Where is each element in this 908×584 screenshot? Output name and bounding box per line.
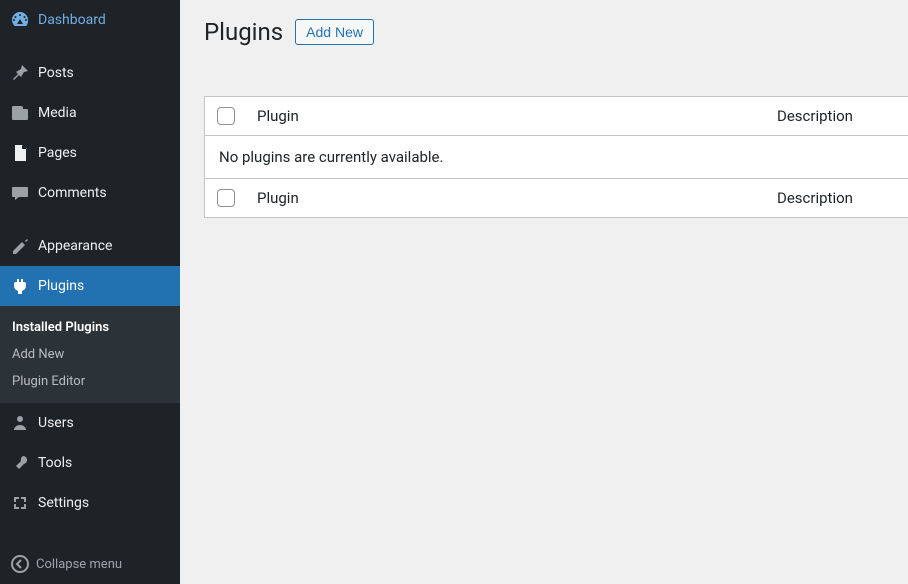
menu-separator bbox=[0, 40, 180, 53]
collapse-icon bbox=[10, 554, 30, 574]
plugins-table: Plugin Description No plugins are curren… bbox=[204, 96, 908, 218]
sidebar-item-label: Dashboard bbox=[38, 12, 106, 28]
sidebar-item-label: Tools bbox=[38, 455, 72, 471]
sidebar-item-media[interactable]: Media bbox=[0, 93, 180, 133]
submenu-item-add-new[interactable]: Add New bbox=[0, 341, 180, 368]
media-icon bbox=[10, 103, 30, 123]
pages-icon bbox=[10, 143, 30, 163]
collapse-menu-button[interactable]: Collapse menu bbox=[0, 544, 180, 584]
appearance-icon bbox=[10, 236, 30, 256]
column-footer-plugin[interactable]: Plugin bbox=[257, 189, 777, 207]
sidebar-item-label: Users bbox=[38, 415, 74, 431]
sidebar-item-settings[interactable]: Settings bbox=[0, 483, 180, 523]
column-footer-description[interactable]: Description bbox=[777, 189, 853, 207]
sidebar-item-label: Appearance bbox=[38, 238, 112, 254]
sidebar-item-users[interactable]: Users bbox=[0, 403, 180, 443]
settings-icon bbox=[10, 493, 30, 513]
page-title: Plugins bbox=[204, 18, 283, 46]
comments-icon bbox=[10, 183, 30, 203]
sidebar-item-label: Settings bbox=[38, 495, 89, 511]
plugins-icon bbox=[10, 276, 30, 296]
main-content: Plugins Add New Plugin Description No pl… bbox=[180, 0, 908, 584]
sidebar-item-comments[interactable]: Comments bbox=[0, 173, 180, 213]
users-icon bbox=[10, 413, 30, 433]
menu-separator bbox=[0, 213, 180, 226]
pin-icon bbox=[10, 63, 30, 83]
page-header: Plugins Add New bbox=[204, 18, 908, 46]
plugins-submenu: Installed Plugins Add New Plugin Editor bbox=[0, 306, 180, 403]
column-header-description[interactable]: Description bbox=[777, 107, 853, 125]
add-new-button[interactable]: Add New bbox=[295, 19, 374, 45]
collapse-label: Collapse menu bbox=[36, 557, 122, 572]
sidebar-item-dashboard[interactable]: Dashboard bbox=[0, 0, 180, 40]
sidebar-item-label: Pages bbox=[38, 145, 77, 161]
table-header-row: Plugin Description bbox=[205, 97, 908, 135]
submenu-item-editor[interactable]: Plugin Editor bbox=[0, 368, 180, 395]
table-empty-message: No plugins are currently available. bbox=[205, 135, 908, 178]
submenu-item-installed[interactable]: Installed Plugins bbox=[0, 314, 180, 341]
sidebar-item-posts[interactable]: Posts bbox=[0, 53, 180, 93]
sidebar-item-pages[interactable]: Pages bbox=[0, 133, 180, 173]
column-header-plugin[interactable]: Plugin bbox=[257, 107, 777, 125]
table-footer-row: Plugin Description bbox=[205, 178, 908, 217]
sidebar-item-label: Comments bbox=[38, 185, 107, 201]
sidebar-item-appearance[interactable]: Appearance bbox=[0, 226, 180, 266]
dashboard-icon bbox=[10, 10, 30, 30]
sidebar-item-label: Posts bbox=[38, 65, 74, 81]
tools-icon bbox=[10, 453, 30, 473]
select-all-checkbox-top[interactable] bbox=[217, 107, 235, 125]
sidebar-item-plugins[interactable]: Plugins bbox=[0, 266, 180, 306]
select-all-checkbox-bottom[interactable] bbox=[217, 189, 235, 207]
sidebar-item-label: Plugins bbox=[38, 278, 84, 294]
admin-sidebar: Dashboard Posts Media Pages Comments App… bbox=[0, 0, 180, 584]
sidebar-item-label: Media bbox=[38, 105, 77, 121]
sidebar-item-tools[interactable]: Tools bbox=[0, 443, 180, 483]
